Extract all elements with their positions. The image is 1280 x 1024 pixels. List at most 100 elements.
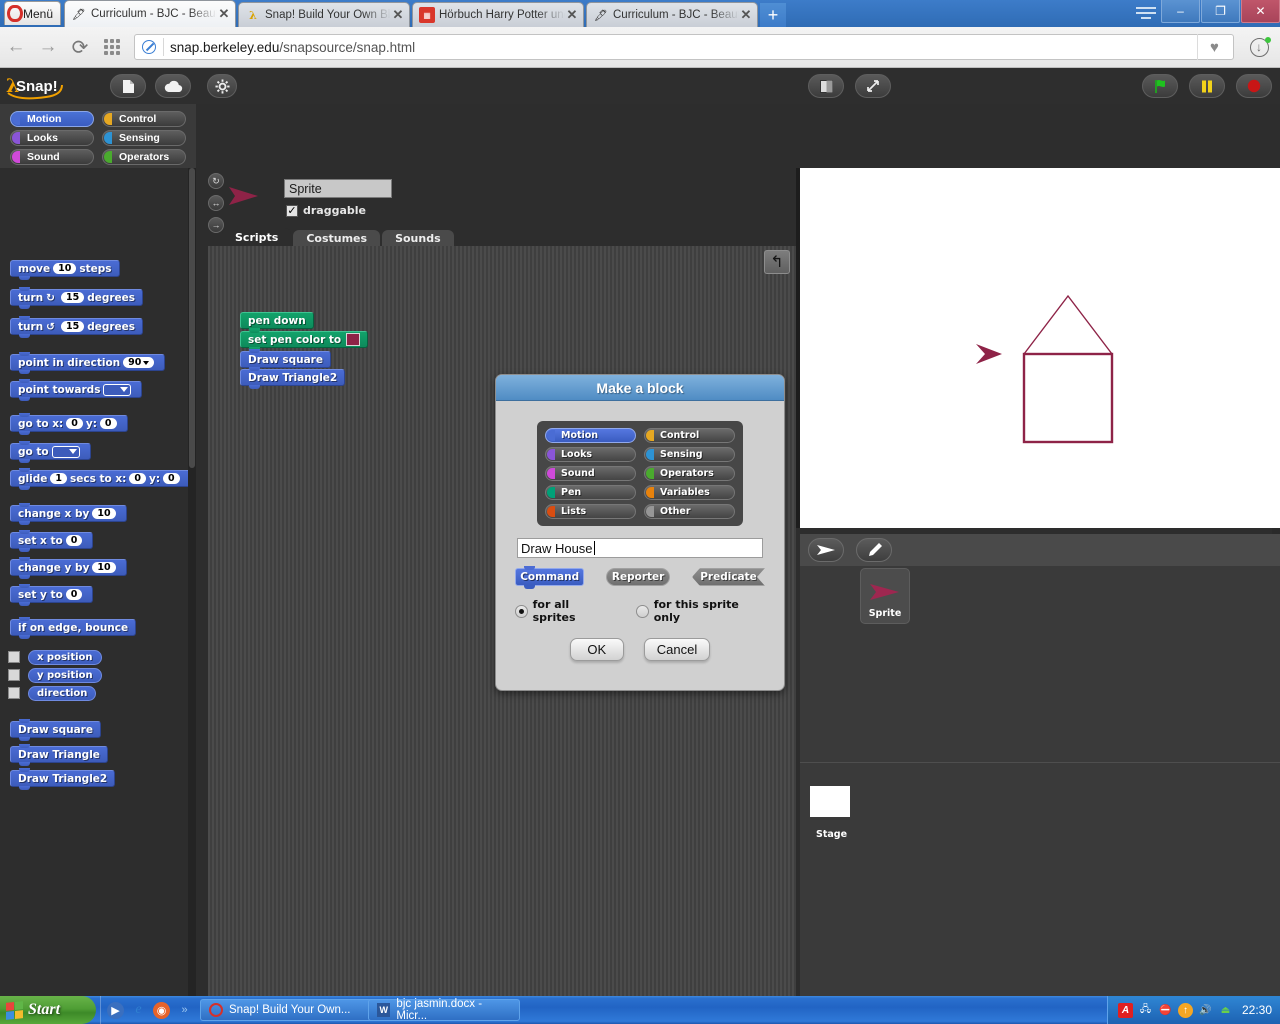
window-minimize-button[interactable]: – bbox=[1161, 0, 1200, 23]
y-position-reporter[interactable]: y position bbox=[28, 668, 102, 683]
palette-category-sound[interactable]: Sound bbox=[10, 149, 94, 165]
turn-left-block[interactable]: turn ↺ 15 degrees bbox=[10, 316, 144, 338]
browser-menu-icon[interactable] bbox=[1136, 4, 1156, 22]
new-sprite-button[interactable] bbox=[808, 538, 844, 562]
x-position-reporter[interactable]: x position bbox=[28, 650, 102, 665]
draggable-checkbox[interactable]: ✓ bbox=[286, 204, 298, 217]
firefox-icon[interactable]: ◉ bbox=[153, 1001, 170, 1019]
go-to-block[interactable]: go to bbox=[10, 441, 91, 463]
dialog-category-variables[interactable]: Variables bbox=[644, 485, 735, 500]
if-on-edge-bounce-block[interactable]: if on edge, bounce bbox=[10, 617, 137, 639]
type-reporter-button[interactable]: Reporter bbox=[606, 568, 670, 586]
glide-block[interactable]: glide 1 secs to x: 0 y: 0 bbox=[10, 468, 188, 490]
type-predicate-button[interactable]: Predicate bbox=[692, 568, 765, 586]
custom-draw-triangle2-block[interactable]: Draw Triangle2 bbox=[10, 768, 116, 790]
block-name-input[interactable]: Draw House bbox=[517, 538, 763, 558]
script-draw-triangle2-block[interactable]: Draw Triangle2 bbox=[240, 367, 346, 389]
taskbar-task-snap[interactable]: Snap! Build Your Own... bbox=[200, 999, 380, 1021]
address-bar[interactable]: snap.berkeley.edu/snapsource/snap.html ♥ bbox=[134, 34, 1234, 60]
internet-explorer-icon[interactable]: e bbox=[130, 1002, 147, 1019]
custom-draw-triangle-block[interactable]: Draw Triangle bbox=[10, 744, 108, 766]
turn-right-block[interactable]: turn ↻ 15 degrees bbox=[10, 287, 144, 309]
rotate-leftright-button[interactable]: ↔ bbox=[208, 195, 224, 211]
heart-icon[interactable]: ♥ bbox=[1197, 34, 1231, 60]
move-steps-input[interactable]: 10 bbox=[53, 263, 77, 274]
browser-tab-2[interactable]: λ Snap! Build Your Own Blocks ✕ bbox=[238, 2, 410, 27]
dialog-category-operators[interactable]: Operators bbox=[644, 466, 735, 481]
corral-sprite-item[interactable]: Sprite bbox=[860, 568, 910, 624]
scope-all-sprites-radio[interactable] bbox=[515, 604, 528, 618]
network-disconnected-icon[interactable]: ⛔ bbox=[1158, 1003, 1173, 1018]
settings-button[interactable] bbox=[207, 74, 237, 98]
browser-tab-4[interactable]: 🖋 Curriculum - BJC - Beauty and ✕ bbox=[586, 2, 758, 27]
blocks-palette[interactable]: move 10 steps turn ↻ 15 degrees turn ↺ 1… bbox=[0, 168, 188, 996]
browser-tab-2-close-icon[interactable]: ✕ bbox=[391, 7, 405, 23]
opera-menu-button[interactable]: Menü bbox=[4, 1, 61, 25]
new-tab-button[interactable]: + bbox=[760, 3, 786, 27]
media-player-icon[interactable]: ▶ bbox=[107, 1001, 124, 1019]
go-to-y-input[interactable]: 0 bbox=[99, 418, 117, 429]
set-y-to-block[interactable]: set y to 0 bbox=[10, 584, 94, 606]
dialog-category-other[interactable]: Other bbox=[644, 504, 735, 519]
ok-button[interactable]: OK bbox=[569, 638, 624, 661]
stop-button[interactable] bbox=[1236, 74, 1272, 98]
paint-sprite-button[interactable] bbox=[856, 538, 892, 562]
forward-icon[interactable]: → bbox=[32, 31, 64, 63]
green-flag-button[interactable] bbox=[1142, 74, 1178, 98]
start-button[interactable]: Start bbox=[0, 996, 96, 1024]
tab-sounds[interactable]: Sounds bbox=[382, 230, 454, 247]
rotate-free-button[interactable]: ↻ bbox=[208, 173, 224, 189]
avira-icon[interactable]: A bbox=[1117, 1002, 1133, 1018]
set-x-to-block[interactable]: set x to 0 bbox=[10, 530, 94, 552]
glide-secs-input[interactable]: 1 bbox=[50, 473, 67, 484]
dialog-category-control[interactable]: Control bbox=[644, 428, 735, 443]
stage-size-button[interactable] bbox=[808, 74, 844, 98]
point-in-direction-block[interactable]: point in direction 90 bbox=[10, 352, 166, 374]
window-maximize-button[interactable]: ❐ bbox=[1201, 0, 1240, 23]
network-icon[interactable]: 🖧 bbox=[1138, 1003, 1153, 1018]
turn-left-degrees-input[interactable]: 15 bbox=[60, 321, 85, 332]
change-x-by-block[interactable]: change x by 10 bbox=[10, 503, 127, 525]
move-steps-block[interactable]: move 10 steps bbox=[10, 260, 120, 280]
palette-category-control[interactable]: Control bbox=[102, 111, 186, 127]
pen-down-block[interactable]: pen down bbox=[240, 312, 314, 332]
browser-tab-1[interactable]: 🖋 Curriculum - BJC - Beauty and ✕ bbox=[64, 0, 236, 27]
glide-y-input[interactable]: 0 bbox=[163, 473, 180, 484]
go-to-dropdown[interactable] bbox=[51, 445, 80, 458]
cloud-button[interactable] bbox=[155, 74, 191, 98]
speed-dial-icon[interactable] bbox=[96, 31, 128, 63]
chevron-right-icon[interactable]: » bbox=[176, 1002, 193, 1019]
back-icon[interactable]: ← bbox=[0, 31, 32, 63]
sprite-name-input[interactable]: Sprite bbox=[284, 179, 392, 198]
palette-category-looks[interactable]: Looks bbox=[10, 130, 94, 146]
turn-right-degrees-input[interactable]: 15 bbox=[60, 292, 85, 303]
y-position-watcher-checkbox[interactable] bbox=[8, 669, 20, 681]
change-y-by-block[interactable]: change y by 10 bbox=[10, 557, 127, 579]
point-towards-block[interactable]: point towards bbox=[10, 379, 143, 401]
pen-color-swatch[interactable] bbox=[346, 333, 361, 346]
download-icon[interactable]: ↓ bbox=[1242, 31, 1276, 63]
change-x-by-input[interactable]: 10 bbox=[92, 508, 116, 519]
go-to-xy-block[interactable]: go to x: 0 y: 0 bbox=[10, 413, 128, 435]
cancel-button[interactable]: Cancel bbox=[643, 638, 711, 661]
file-button[interactable] bbox=[110, 74, 146, 98]
safely-remove-icon[interactable]: ⏏ bbox=[1218, 1003, 1233, 1018]
direction-reporter[interactable]: direction bbox=[28, 686, 97, 701]
set-pen-color-block[interactable]: set pen color to bbox=[240, 329, 369, 351]
undo-arrow-icon[interactable]: ↰ bbox=[764, 250, 790, 274]
dialog-category-sensing[interactable]: Sensing bbox=[644, 447, 735, 462]
palette-scrollbar[interactable] bbox=[188, 168, 196, 996]
dialog-category-sound[interactable]: Sound bbox=[545, 466, 636, 481]
set-y-to-input[interactable]: 0 bbox=[65, 589, 83, 600]
custom-draw-square-block[interactable]: Draw square bbox=[10, 719, 101, 741]
script-draw-square-block[interactable]: Draw square bbox=[240, 349, 331, 371]
palette-category-motion[interactable]: Motion bbox=[10, 111, 94, 127]
palette-category-sensing[interactable]: Sensing bbox=[102, 130, 186, 146]
glide-x-input[interactable]: 0 bbox=[129, 473, 146, 484]
go-to-x-input[interactable]: 0 bbox=[66, 418, 83, 429]
tab-costumes[interactable]: Costumes bbox=[293, 230, 381, 247]
reload-icon[interactable]: ⟳ bbox=[64, 31, 96, 63]
tab-scripts[interactable]: Scripts bbox=[222, 228, 292, 247]
scope-this-sprite-radio[interactable] bbox=[636, 604, 649, 618]
pause-button[interactable] bbox=[1189, 74, 1225, 98]
